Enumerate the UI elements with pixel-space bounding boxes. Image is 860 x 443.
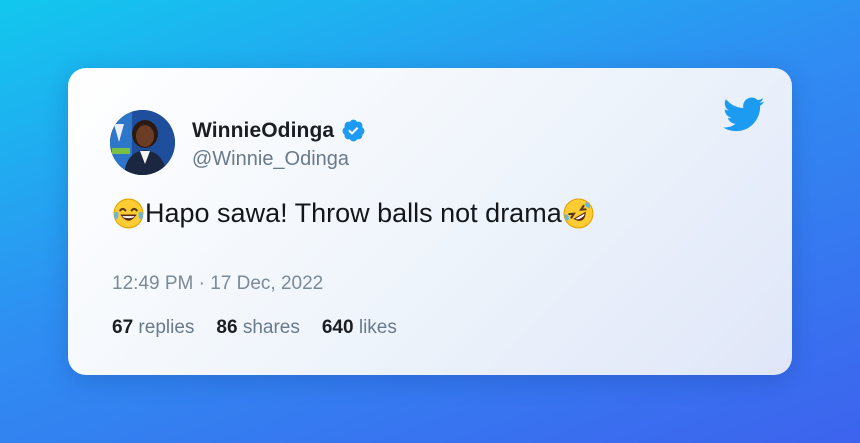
likes-label: likes: [358, 317, 397, 338]
shares-stat[interactable]: 86 shares: [216, 317, 299, 339]
verified-badge-icon: [341, 118, 366, 143]
replies-count: 67: [112, 317, 134, 338]
likes-count: 640: [321, 317, 354, 338]
tweet-text: Hapo sawa! Throw balls not drama: [112, 197, 595, 230]
likes-stat[interactable]: 640 likes: [322, 317, 397, 339]
tweet-card: WinnieOdinga @Winnie_Odinga Hapo sawa! T…: [68, 68, 792, 375]
user-handle[interactable]: @Winnie_Odinga: [192, 148, 349, 171]
replies-label: replies: [138, 317, 195, 338]
tweet-stats: 67 replies 86 shares 640 likes: [112, 317, 419, 339]
replies-stat[interactable]: 67 replies: [112, 317, 194, 339]
twitter-bird-icon[interactable]: [723, 97, 765, 133]
avatar[interactable]: [110, 110, 175, 175]
tweet-timestamp[interactable]: 12:49 PM · 17 Dec, 2022: [112, 273, 323, 295]
rolling-laughing-emoji-icon: [562, 197, 595, 230]
shares-label: shares: [242, 317, 300, 338]
name-row: WinnieOdinga: [192, 118, 366, 143]
tears-of-joy-emoji-icon: [112, 197, 145, 230]
display-name[interactable]: WinnieOdinga: [192, 119, 334, 143]
tweet-text-body: Hapo sawa! Throw balls not drama: [145, 198, 562, 228]
shares-count: 86: [216, 317, 238, 338]
